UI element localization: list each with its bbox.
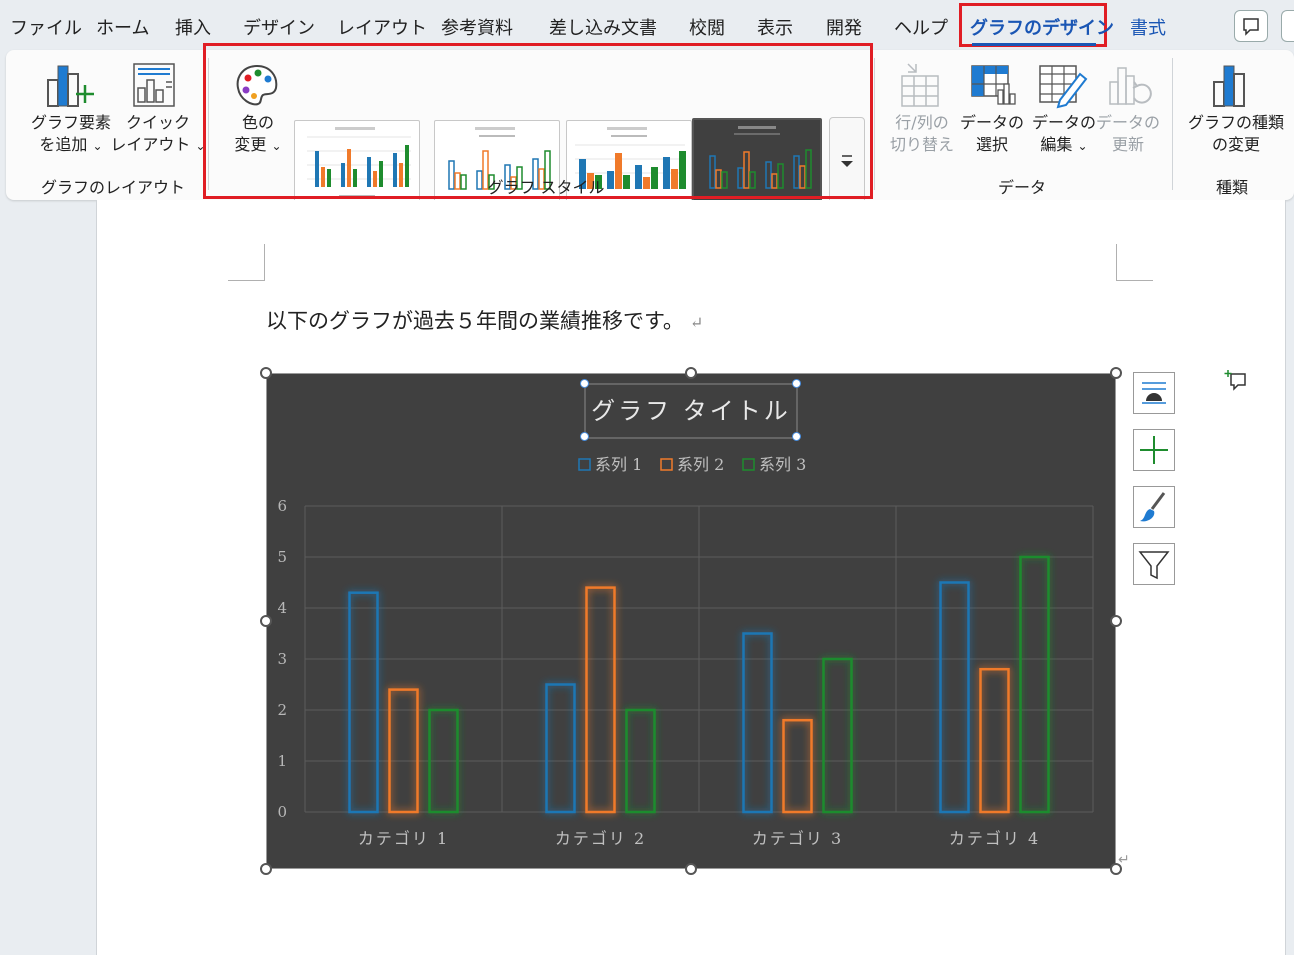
edit-data-icon[interactable]	[1036, 60, 1088, 110]
category-label: カテゴリ 3	[752, 829, 843, 848]
resize-handle-bottom-left[interactable]	[260, 863, 272, 875]
refresh-data-button: データの 更新	[1095, 113, 1160, 154]
title-handle[interactable]	[792, 379, 801, 388]
bar-chart[interactable]: 0 1 2 3 4 5 6 カテゴリ 1 カテゴリ 2 カテゴリ 3 カテゴリ 4 グラフ タイトル…	[267, 374, 1115, 868]
quick-layout-icon[interactable]	[130, 60, 180, 110]
active-tab-underline	[972, 43, 1096, 46]
chevron-down-icon: ⌄	[92, 139, 103, 153]
menu-tab-9[interactable]: 開発	[826, 14, 862, 40]
menu-tab-6[interactable]: 差し込み文書	[549, 14, 657, 40]
edit-data-button[interactable]: データの 編集 ⌄	[1026, 112, 1102, 157]
bar-series2-category3[interactable]	[782, 718, 813, 814]
margin-corner-top-right	[1116, 244, 1153, 281]
category-label: カテゴリ 2	[555, 829, 646, 848]
y-tick-label: 2	[277, 701, 287, 719]
margin-corner-top-left	[228, 244, 265, 281]
menu-tab-1[interactable]: ホーム	[96, 14, 149, 40]
layout-options-icon	[1142, 382, 1166, 404]
change-chart-type-icon[interactable]	[1208, 60, 1258, 110]
document-paragraph[interactable]: 以下のグラフが過去５年間の業績推移です。 ↵	[266, 305, 703, 335]
bar-series2-category1[interactable]	[388, 688, 419, 814]
category-label: カテゴリ 1	[358, 829, 449, 848]
legend-swatch-series2	[660, 458, 673, 471]
group-label-chart-layout: グラフのレイアウト	[40, 178, 185, 197]
comment-icon	[1243, 18, 1259, 36]
bar-series3-category4[interactable]	[1019, 555, 1050, 814]
menu-tab-5[interactable]: 参考資料	[441, 14, 513, 40]
paragraph-mark-icon: ↵	[689, 313, 704, 332]
menu-tab-7[interactable]: 校閲	[689, 14, 725, 40]
new-comment-icon[interactable]	[1223, 368, 1249, 394]
legend-swatch-series1	[578, 458, 591, 471]
menu-tab-4[interactable]: レイアウト	[337, 14, 427, 40]
bar-series3-category3[interactable]	[822, 657, 853, 814]
menu-tab-3[interactable]: デザイン	[243, 14, 315, 40]
chart-styles-button[interactable]	[1133, 486, 1175, 528]
ribbon-divider	[1172, 58, 1173, 190]
chart-area[interactable]: 0 1 2 3 4 5 6 カテゴリ 1 カテゴリ 2 カテゴリ 3 カテゴリ 4 グラフ タイトル…	[266, 373, 1116, 869]
tab-format[interactable]: 書式	[1130, 14, 1166, 40]
resize-handle-top-right[interactable]	[1110, 367, 1122, 379]
legend-label-series3[interactable]: 系列 3	[759, 455, 806, 474]
legend-label-series1[interactable]: 系列 1	[595, 455, 642, 474]
group-label-type: 種類	[1215, 178, 1248, 197]
y-tick-label: 0	[277, 803, 287, 821]
menu-tab-10[interactable]: ヘルプ	[894, 14, 948, 40]
comments-button[interactable]	[1234, 10, 1268, 42]
chart-title[interactable]: グラフ タイトル	[591, 397, 791, 425]
bar-series2-category4[interactable]	[979, 667, 1010, 814]
title-handle[interactable]	[792, 432, 801, 441]
plus-icon	[1140, 436, 1168, 464]
bar-series1-category1[interactable]	[348, 591, 379, 814]
menu-tab-8[interactable]: 表示	[757, 14, 793, 40]
group-label-data: データ	[997, 178, 1046, 197]
legend-swatch-series3	[742, 458, 755, 471]
select-data-icon[interactable]	[968, 60, 1018, 110]
category-label: カテゴリ 4	[949, 829, 1040, 848]
chart-styles-highlight	[203, 43, 873, 199]
ribbon-divider	[874, 58, 875, 190]
paintbrush-icon	[1140, 492, 1166, 522]
chart-elements-button[interactable]	[1133, 429, 1175, 471]
refresh-data-icon	[1109, 67, 1152, 105]
bar-series1-category2[interactable]	[545, 683, 576, 814]
add-chart-element-icon[interactable]	[42, 60, 98, 110]
filter-icon	[1138, 551, 1170, 580]
bar-series2-category2[interactable]	[585, 586, 616, 814]
change-chart-type-button[interactable]: グラフの種類 の変更	[1180, 112, 1292, 156]
resize-handle-top[interactable]	[685, 367, 697, 379]
resize-handle-right[interactable]	[1110, 615, 1122, 627]
title-handle[interactable]	[580, 379, 589, 388]
share-button[interactable]	[1281, 10, 1294, 42]
y-tick-label: 3	[277, 650, 287, 668]
tab-chart-design[interactable]: グラフのデザイン	[970, 14, 1114, 40]
paragraph-mark-icon: ↵	[1118, 852, 1130, 868]
menu-tab-2[interactable]: 挿入	[175, 14, 211, 40]
resize-handle-bottom[interactable]	[685, 863, 697, 875]
title-handle[interactable]	[580, 432, 589, 441]
layout-options-button[interactable]	[1133, 372, 1175, 414]
y-tick-label: 4	[277, 599, 287, 617]
chart-filters-button[interactable]	[1133, 543, 1175, 585]
legend-label-series2[interactable]: 系列 2	[677, 455, 724, 474]
resize-handle-left[interactable]	[260, 615, 272, 627]
y-tick-label: 6	[277, 497, 287, 515]
chevron-down-icon: ⌄	[1077, 139, 1088, 153]
add-chart-element-button[interactable]: グラフ要素 を追加 ⌄	[20, 112, 122, 157]
bar-series1-category4[interactable]	[939, 581, 970, 814]
menu-tab-0[interactable]: ファイル	[10, 14, 82, 40]
y-tick-label: 5	[277, 548, 287, 566]
switch-row-column-icon	[901, 63, 939, 107]
quick-layout-button[interactable]: クイック レイアウト ⌄	[110, 112, 206, 157]
y-tick-label: 1	[277, 752, 287, 770]
switch-row-column-button: 行/列の 切り替え	[889, 113, 954, 154]
bar-series1-category3[interactable]	[742, 632, 773, 814]
select-data-button[interactable]: データの 選択	[956, 112, 1028, 156]
resize-handle-top-left[interactable]	[260, 367, 272, 379]
